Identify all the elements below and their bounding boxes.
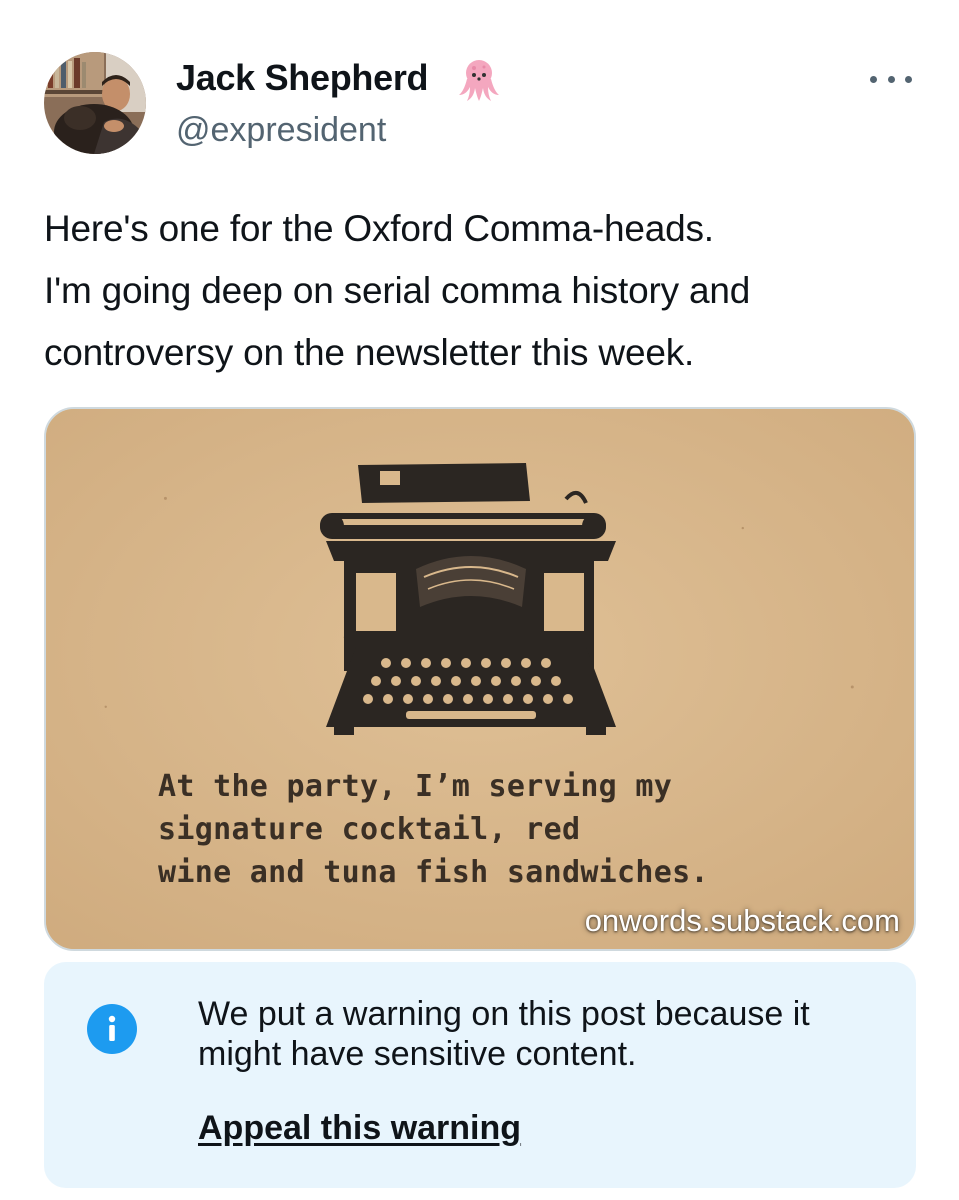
sensitive-content-warning: We put a warning on this post because it… xyxy=(44,962,916,1188)
more-dot-icon xyxy=(905,75,912,83)
post-text-line: Here's one for the Oxford Comma-heads. xyxy=(44,208,714,249)
card-domain: onwords.substack.com xyxy=(584,903,900,938)
card-caption-line: signature cocktail, red xyxy=(158,812,581,847)
typewriter-illustration xyxy=(316,457,626,737)
link-card[interactable]: At the party, I’m serving my signature c… xyxy=(44,407,916,951)
warning-text-line: might have sensitive content. xyxy=(198,1035,637,1073)
avatar[interactable] xyxy=(44,52,146,154)
tweet: Jack Shepherd @expresident Here's one fo… xyxy=(0,0,959,1200)
post-text-line: controversy on the newsletter this week. xyxy=(44,332,695,373)
handle[interactable]: @expresident xyxy=(176,110,386,150)
post-text: Here's one for the Oxford Comma-heads. I… xyxy=(44,198,924,384)
profile-photo xyxy=(44,52,146,154)
more-dot-icon xyxy=(870,75,877,83)
card-caption-line: wine and tuna fish sandwiches. xyxy=(158,855,709,890)
more-options-button[interactable] xyxy=(866,62,916,96)
display-name[interactable]: Jack Shepherd xyxy=(176,58,429,98)
card-caption-line: At the party, I’m serving my xyxy=(158,769,673,804)
appeal-warning-link[interactable]: Appeal this warning xyxy=(198,1108,521,1148)
warning-text-line: We put a warning on this post because it xyxy=(198,995,810,1033)
octopus-emoji-icon xyxy=(454,55,504,105)
warning-text: We put a warning on this post because it… xyxy=(198,994,898,1074)
card-caption: At the party, I’m serving my signature c… xyxy=(158,765,709,894)
info-icon xyxy=(87,1004,137,1054)
post-text-line: I'm going deep on serial comma history a… xyxy=(44,270,751,311)
more-dot-icon xyxy=(887,75,895,83)
